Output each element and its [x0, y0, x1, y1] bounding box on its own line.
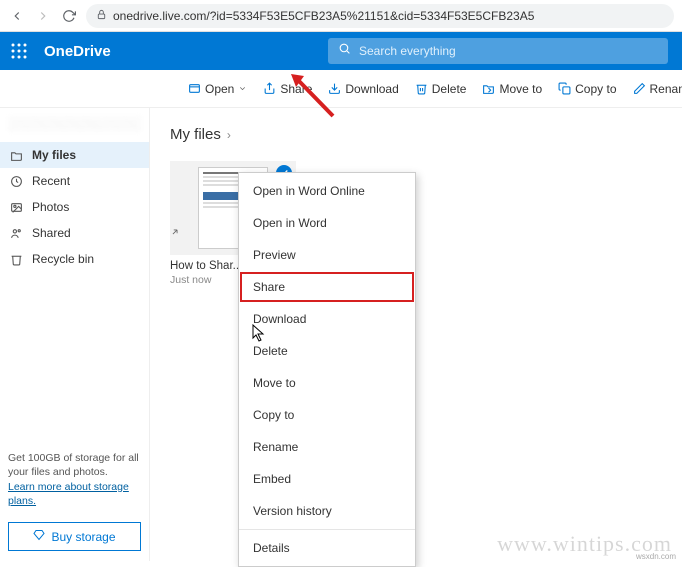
back-icon[interactable]: [8, 7, 26, 25]
download-icon: [328, 82, 341, 95]
source-tag: wsxdn.com: [636, 552, 676, 561]
cm-delete[interactable]: Delete: [239, 335, 415, 367]
cm-version-history[interactable]: Version history: [239, 495, 415, 527]
open-button[interactable]: Open: [180, 70, 255, 107]
delete-button[interactable]: Delete: [407, 70, 475, 107]
clock-icon: [10, 175, 24, 188]
folder-icon: [10, 149, 24, 162]
reload-icon[interactable]: [60, 7, 78, 25]
chevron-down-icon: [238, 82, 247, 96]
diamond-icon: [33, 529, 45, 544]
download-button[interactable]: Download: [320, 70, 406, 107]
user-placeholder: [8, 116, 141, 132]
forward-icon[interactable]: [34, 7, 52, 25]
breadcrumb[interactable]: My files ›: [170, 126, 662, 143]
copy-to-button[interactable]: Copy to: [550, 70, 624, 107]
cm-embed[interactable]: Embed: [239, 463, 415, 495]
rename-icon: [633, 82, 646, 95]
photo-icon: [10, 201, 24, 214]
cm-preview[interactable]: Preview: [239, 239, 415, 271]
chevron-right-icon: ›: [227, 128, 231, 142]
cm-rename[interactable]: Rename: [239, 431, 415, 463]
storage-promo: Get 100GB of storage for all your files …: [0, 443, 149, 516]
main-content: My files › W How to Shar... Just now: [150, 108, 682, 561]
move-icon: [482, 82, 495, 95]
move-to-button[interactable]: Move to: [474, 70, 550, 107]
command-toolbar: Open Share Download Delete Move to Copy …: [0, 70, 682, 108]
storage-plans-link[interactable]: Learn more about storage plans.: [8, 481, 129, 507]
url-field[interactable]: onedrive.live.com/?id=5334F53E5CFB23A5%2…: [86, 4, 674, 28]
sidebar-item-my-files[interactable]: My files: [0, 142, 149, 168]
search-input[interactable]: [359, 44, 658, 58]
buy-storage-button[interactable]: Buy storage: [8, 522, 141, 551]
onedrive-header: OneDrive: [0, 32, 682, 70]
people-icon: [10, 227, 24, 240]
app-launcher-icon[interactable]: [0, 32, 38, 70]
delete-icon: [415, 82, 428, 95]
sidebar-item-recycle[interactable]: Recycle bin: [0, 246, 149, 272]
browser-address-bar: onedrive.live.com/?id=5334F53E5CFB23A5%2…: [0, 0, 682, 32]
cm-details[interactable]: Details: [239, 532, 415, 564]
sidebar: My files Recent Photos Shared Recycle bi…: [0, 108, 150, 561]
search-box[interactable]: [328, 38, 668, 64]
rename-button[interactable]: Rename: [625, 70, 682, 107]
share-icon: [263, 82, 276, 95]
open-icon: [188, 82, 201, 95]
copy-icon: [558, 82, 571, 95]
lock-icon: [96, 9, 107, 23]
share-button[interactable]: Share: [255, 70, 320, 107]
recycle-icon: [10, 253, 24, 266]
shortcut-arrow-icon: [170, 227, 180, 237]
cm-move-to[interactable]: Move to: [239, 367, 415, 399]
sidebar-item-shared[interactable]: Shared: [0, 220, 149, 246]
cm-share[interactable]: Share: [239, 271, 415, 303]
app-name: OneDrive: [38, 43, 111, 60]
menu-separator: [239, 529, 415, 530]
search-icon: [338, 42, 351, 60]
cm-copy-to[interactable]: Copy to: [239, 399, 415, 431]
sidebar-item-recent[interactable]: Recent: [0, 168, 149, 194]
sidebar-item-photos[interactable]: Photos: [0, 194, 149, 220]
cm-download[interactable]: Download: [239, 303, 415, 335]
context-menu: Open in Word Online Open in Word Preview…: [238, 172, 416, 567]
cm-open-word-online[interactable]: Open in Word Online: [239, 175, 415, 207]
cm-open-word[interactable]: Open in Word: [239, 207, 415, 239]
url-text: onedrive.live.com/?id=5334F53E5CFB23A5%2…: [113, 9, 534, 23]
